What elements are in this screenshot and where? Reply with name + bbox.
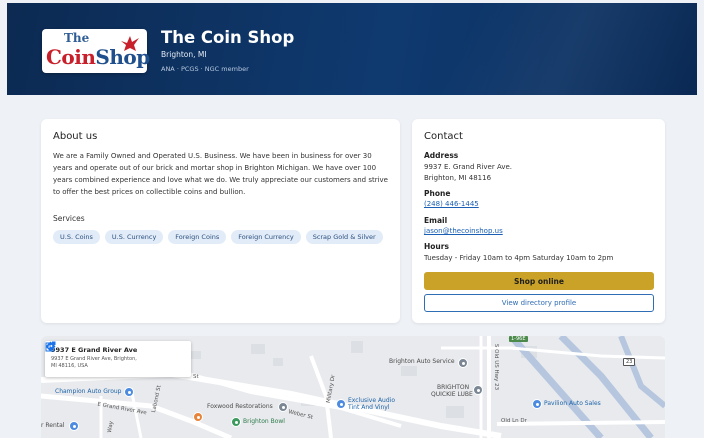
road-old-us-23: S Old US Hwy 23 — [493, 343, 500, 391]
place-foxwood[interactable]: Foxwood Restorations — [207, 403, 273, 410]
shop-location: Brighton, MI — [161, 50, 207, 59]
contact-card: Contact Address 9937 E. Grand River Ave.… — [412, 119, 665, 323]
map-address-popup: 9937 E Grand River Ave 9937 E Grand Rive… — [45, 341, 191, 377]
exit-shield: 1-96E — [509, 336, 528, 342]
car-pin-icon[interactable] — [124, 387, 134, 397]
about-title: About us — [53, 131, 98, 142]
phone-label: Phone — [424, 189, 451, 198]
highway-23-shield: 23 — [623, 358, 636, 366]
shop-header: The CoinShop The Coin Shop Brighton, MI … — [7, 3, 697, 95]
popup-address: 9937 E Grand River Ave, Brighton, MI 481… — [51, 356, 137, 369]
shop-online-button[interactable]: Shop online — [424, 272, 654, 290]
place-brighton-quickie-1[interactable]: BRIGHTON — [437, 384, 469, 391]
phone-link[interactable]: (248) 446-1445 — [424, 200, 479, 208]
contact-title: Contact — [424, 131, 463, 142]
email-label: Email — [424, 216, 448, 225]
place-pavilion[interactable]: Pavilion Auto Sales — [544, 400, 601, 407]
hours-label: Hours — [424, 242, 449, 251]
service-chip: Scrap Gold & Silver — [305, 230, 383, 244]
directions-icon[interactable] — [45, 341, 56, 352]
address-line2: Brighton, MI 48116 — [424, 174, 492, 182]
place-brighton-auto-service[interactable]: Brighton Auto Service — [389, 358, 455, 365]
place-brighton-quickie-2[interactable]: QUICKIE LUBE — [431, 391, 473, 398]
eagle-icon — [121, 36, 139, 51]
location-map[interactable]: 9937 E Grand River Ave 9937 E Grand Rive… — [41, 336, 665, 438]
service-chip: Foreign Coins — [168, 230, 227, 244]
place-exclusive-audio-1[interactable]: Exclusive Audio — [348, 397, 395, 404]
place-pin-icon[interactable] — [473, 385, 483, 395]
place-pin-icon[interactable] — [458, 358, 468, 368]
services-label: Services — [53, 214, 85, 223]
place-pin-icon[interactable] — [278, 402, 288, 412]
service-chip: Foreign Currency — [231, 230, 301, 244]
bowling-pin-icon[interactable] — [231, 417, 241, 427]
services-list: U.S. Coins U.S. Currency Foreign Coins F… — [53, 230, 383, 244]
about-card: About us We are a Family Owned and Opera… — [41, 119, 400, 323]
place-brighton-bowl[interactable]: Brighton Bowl — [243, 418, 285, 425]
header-shading — [367, 3, 697, 95]
address-label: Address — [424, 151, 459, 160]
road-st: St — [193, 374, 199, 380]
view-directory-button[interactable]: View directory profile — [424, 294, 654, 312]
hours-text: Tuesday - Friday 10am to 4pm Saturday 10… — [424, 254, 614, 262]
popup-title: 9937 E Grand River Ave — [51, 346, 138, 354]
car-pin-icon[interactable] — [532, 399, 542, 409]
logo-coin-word: Coin — [46, 45, 96, 69]
car-pin-icon[interactable] — [69, 421, 79, 431]
service-chip: U.S. Currency — [104, 230, 164, 244]
food-pin-icon[interactable] — [193, 412, 203, 422]
service-chip: U.S. Coins — [53, 230, 100, 244]
logo-the-text: The — [64, 31, 90, 45]
address-line1: 9937 E. Grand River Ave. — [424, 163, 513, 171]
place-champion-auto[interactable]: Champion Auto Group — [55, 388, 121, 395]
about-text: We are a Family Owned and Operated U.S. … — [53, 152, 388, 196]
shop-memberships: ANA · PCGS · NGC member — [161, 65, 249, 73]
road-old-ln: Old Ln Dr — [501, 418, 527, 424]
email-link[interactable]: jason@thecoinshop.us — [424, 227, 503, 235]
shop-name: The Coin Shop — [161, 28, 295, 47]
car-pin-icon[interactable] — [336, 399, 346, 409]
place-exclusive-audio-2[interactable]: Tint And Vinyl — [348, 404, 390, 411]
place-rental[interactable]: r Rental — [41, 422, 64, 429]
shop-logo: The CoinShop — [42, 29, 150, 73]
